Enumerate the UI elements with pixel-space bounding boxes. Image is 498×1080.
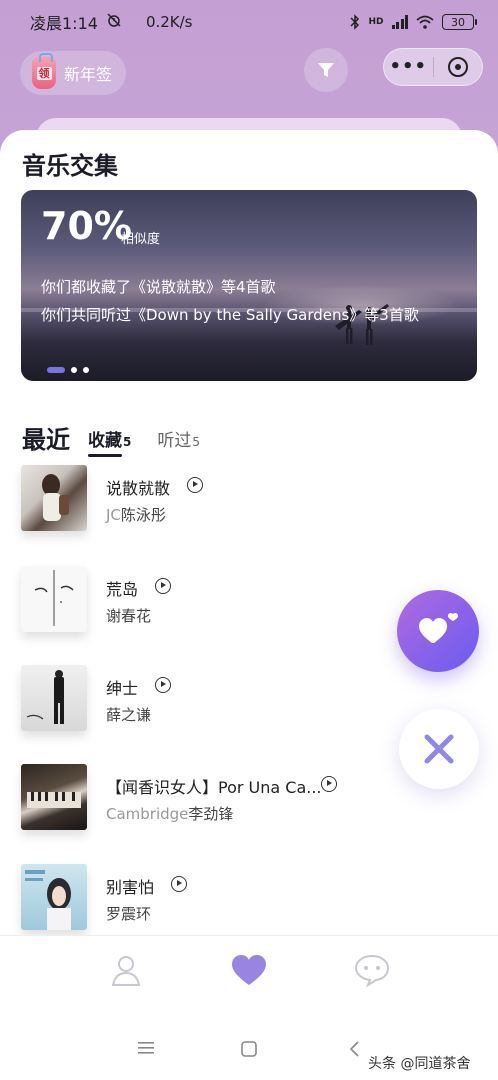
artist-name: 罗震环 [106, 905, 152, 923]
status-right: HD 30 [350, 14, 477, 30]
carousel-dot[interactable] [71, 367, 77, 373]
song-item[interactable]: 说散就散 JC陈泳彤 [21, 465, 461, 535]
filter-icon [318, 63, 334, 77]
filter-button[interactable] [304, 48, 348, 92]
person-icon [111, 956, 141, 986]
bottom-tab-bar [0, 935, 498, 1019]
lucky-bag-glyph: 领 [36, 66, 52, 80]
tab-chat[interactable] [352, 950, 392, 990]
battery-icon: 30 [442, 14, 477, 30]
chat-icon [354, 954, 390, 987]
tab-favorites-count: 5 [123, 435, 132, 449]
play-icon[interactable] [171, 876, 187, 892]
carousel-dots [47, 367, 89, 373]
heart-icon [232, 955, 266, 985]
tab-listened[interactable]: 听过5 [157, 426, 200, 455]
song-title: 别害怕 [106, 878, 155, 897]
home-icon[interactable] [241, 1041, 257, 1057]
lucky-bag-icon: 领 [32, 53, 56, 89]
heart-icon [419, 612, 458, 643]
song-item[interactable]: 荒岛 谢春花 [21, 566, 461, 636]
shared-listened-text: 你们共同听过《Down by the Sally Gardens》等3首歌 [41, 306, 419, 324]
album-cover [21, 566, 87, 632]
song-title: 【闻香识女人】Por Una Ca... [106, 778, 322, 797]
more-icon[interactable]: ••• [384, 58, 433, 76]
song-artist: Cambridge李劲锋 [106, 803, 233, 824]
recent-title: 最近 [22, 426, 70, 454]
close-mini-program-button[interactable] [433, 57, 482, 77]
artist-name: 陈泳彤 [120, 506, 166, 524]
network-type: HD [368, 17, 384, 27]
tab-favorites[interactable]: 收藏5 [88, 426, 132, 457]
play-icon[interactable] [321, 776, 337, 792]
similarity-label: 相似度 [121, 232, 161, 247]
mini-program-capsule: ••• [383, 48, 483, 86]
status-bar: 凌晨1:14 0.2K/s HD 30 [0, 0, 498, 44]
carousel-dot[interactable] [47, 367, 65, 373]
similarity-banner[interactable]: 70% 相似度 你们都收藏了《说散就散》等4首歌 你们共同听过《Down by … [21, 190, 477, 381]
alarm-off-icon [106, 12, 122, 32]
tab-favorites-label: 收藏 [88, 431, 122, 451]
artist-latin: JC [106, 506, 121, 524]
play-icon[interactable] [155, 578, 171, 594]
play-icon[interactable] [187, 477, 203, 493]
artist-name: 薛之谦 [106, 706, 152, 724]
dislike-button[interactable] [399, 709, 479, 789]
new-year-sign-label: 新年签 [64, 65, 113, 84]
song-artist: 薛之谦 [106, 704, 151, 725]
battery-level: 30 [451, 15, 465, 29]
song-item[interactable]: 绅士 薛之谦 [21, 665, 461, 735]
artist-name: 李劲锋 [188, 805, 234, 823]
menu-icon[interactable] [138, 1041, 154, 1055]
album-cover [21, 764, 87, 830]
song-artist: 谢春花 [106, 605, 151, 626]
tab-listened-label: 听过 [157, 431, 192, 451]
close-icon [424, 734, 454, 764]
album-cover [21, 864, 87, 930]
song-title: 荒岛 [106, 580, 139, 599]
like-button[interactable] [397, 590, 479, 672]
bluetooth-icon [350, 14, 360, 30]
artist-name: 谢春花 [106, 607, 152, 625]
wifi-icon [416, 15, 434, 29]
tab-listened-count: 5 [192, 435, 200, 449]
section-title: 音乐交集 [22, 152, 118, 180]
song-title: 绅士 [106, 679, 139, 698]
status-time: 凌晨1:14 [30, 14, 98, 33]
new-year-sign-button[interactable]: 领 新年签 [20, 51, 126, 95]
song-item[interactable]: 【闻香识女人】Por Una Ca... Cambridge李劲锋 [21, 764, 461, 834]
tab-match[interactable] [229, 950, 269, 990]
album-cover [21, 665, 87, 731]
watermark: 头条 @同道茶舍 [368, 1056, 471, 1072]
status-speed: 0.2K/s [145, 13, 193, 31]
carousel-dot[interactable] [83, 367, 89, 373]
song-item[interactable]: 别害怕 罗震环 [21, 864, 461, 934]
shared-favorites-text: 你们都收藏了《说散就散》等4首歌 [41, 278, 276, 296]
back-icon[interactable] [348, 1041, 360, 1057]
recent-tabs: 最近 收藏5 听过5 [22, 420, 200, 457]
similarity-percent: 70% [41, 204, 132, 248]
song-artist: JC陈泳彤 [106, 504, 166, 525]
album-cover [21, 465, 87, 531]
tab-profile[interactable] [106, 950, 146, 990]
artist-latin: Cambridge [106, 805, 189, 823]
song-title: 说散就散 [106, 479, 171, 498]
play-icon[interactable] [155, 677, 171, 693]
song-artist: 罗震环 [106, 903, 151, 924]
target-icon [447, 57, 468, 77]
signal-icon [391, 15, 408, 29]
